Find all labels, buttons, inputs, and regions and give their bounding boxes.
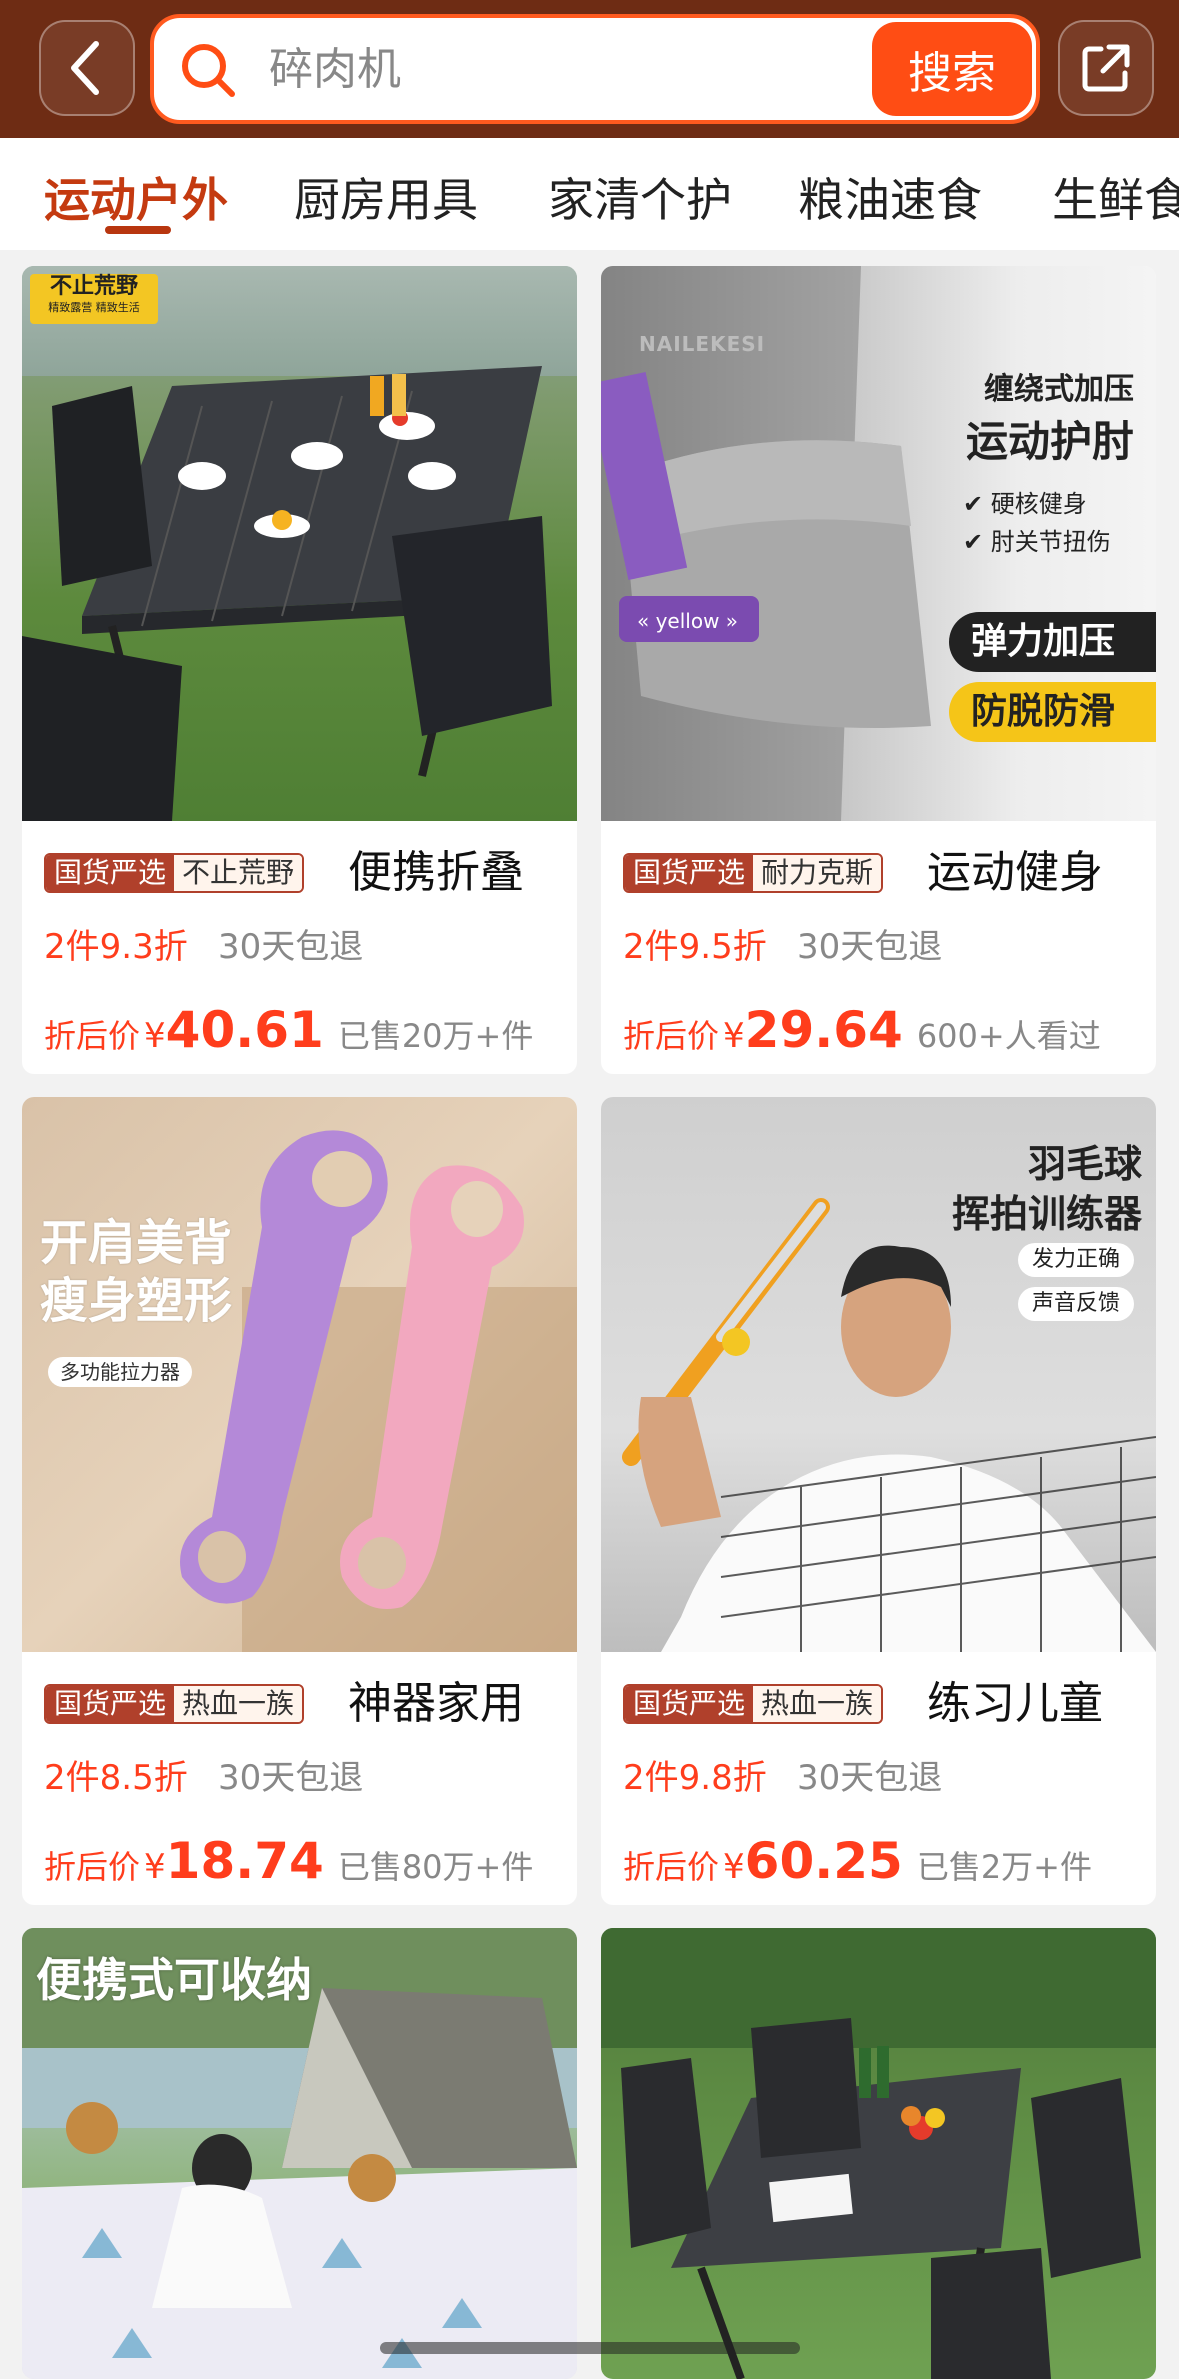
feature-check: ✔ 肘关节扭伤 [963, 528, 1111, 556]
brand-badge: 国货严选 热血一族 [44, 1684, 305, 1724]
product-card[interactable]: 羽毛球 挥拍训练器 发力正确 声音反馈 国货严选 热血一族 练习儿童 2件9.8… [601, 1097, 1156, 1905]
price-row: 折后价 ¥ 40.61 已售20万+件 [44, 1001, 534, 1059]
price-value: 18.74 [165, 1832, 324, 1890]
product-title: 练习儿童 [927, 1678, 1103, 1729]
brand-badge: 国货严选 耐力克斯 [623, 853, 884, 893]
share-button[interactable] [1058, 20, 1154, 116]
camping-table-illustration [601, 1928, 1156, 2379]
product-card[interactable]: 不止荒野 精致露营 精致生活 国货严选 不止荒野 便携折叠 2件9.3折 30天… [22, 266, 577, 1074]
product-tag: 发力正确 [1017, 1243, 1134, 1277]
returns-label: 30天包退 [218, 927, 364, 967]
active-tab-indicator [105, 226, 171, 234]
product-card[interactable]: NAILEKESI « yellow » 缠绕式加压 运动护肘 ✔ 硬核健身 ✔… [601, 266, 1156, 1074]
tab-home-care[interactable]: 家清个护 [548, 164, 732, 230]
promo-label: 2件8.5折 [44, 1758, 188, 1798]
price-row: 折后价 ¥ 29.64 600+人看过 [623, 1001, 1101, 1059]
feature-check: ✔ 硬核健身 [963, 490, 1087, 518]
returns-label: 30天包退 [797, 927, 943, 967]
tab-kitchen[interactable]: 厨房用具 [294, 164, 478, 230]
sales-count: 已售2万+件 [916, 1848, 1092, 1886]
price-value: 40.61 [165, 1001, 324, 1059]
sales-count: 600+人看过 [916, 1017, 1101, 1055]
search-input[interactable]: 碎肉机 搜索 [150, 14, 1040, 124]
product-image[interactable]: 不止荒野 精致露营 精致生活 [22, 266, 577, 821]
back-button[interactable] [39, 20, 135, 116]
product-title: 神器家用 [348, 1678, 524, 1729]
folding-table-illustration [22, 366, 552, 821]
product-title: 运动健身 [927, 847, 1103, 898]
price-row: 折后价 ¥ 60.25 已售2万+件 [623, 1832, 1092, 1890]
product-card[interactable]: 开肩美背 瘦身塑形 多功能拉力器 国货严选 热血一族 神器家用 2件8.5折 3… [22, 1097, 577, 1905]
category-tabs: 运动户外 厨房用具 家清个护 粮油速食 生鲜食 [0, 138, 1179, 250]
product-image[interactable]: 羽毛球 挥拍训练器 发力正确 声音反馈 [601, 1097, 1156, 1652]
header-bar: 碎肉机 搜索 [0, 0, 1179, 138]
sales-count: 已售80万+件 [337, 1848, 534, 1886]
home-indicator [380, 2342, 800, 2354]
promo-label: 2件9.8折 [623, 1758, 767, 1798]
price-value: 60.25 [744, 1832, 903, 1890]
product-image[interactable] [601, 1928, 1156, 2379]
search-query: 碎肉机 [269, 44, 401, 95]
tab-grocery[interactable]: 粮油速食 [798, 164, 982, 230]
product-image[interactable]: NAILEKESI « yellow » 缠绕式加压 运动护肘 ✔ 硬核健身 ✔… [601, 266, 1156, 821]
sales-count: 已售20万+件 [337, 1017, 534, 1055]
promo-label: 2件9.3折 [44, 927, 188, 967]
product-info: 国货严选 热血一族 练习儿童 2件9.8折 30天包退 折后价 ¥ 60.25 … [601, 1652, 1156, 1905]
product-tag: 声音反馈 [1017, 1287, 1134, 1321]
product-image[interactable]: 便携式可收纳 [22, 1928, 577, 2379]
tab-sports-outdoor[interactable]: 运动户外 [44, 164, 228, 230]
price-value: 29.64 [744, 1001, 903, 1059]
product-info: 国货严选 耐力克斯 运动健身 2件9.5折 30天包退 折后价 ¥ 29.64 … [601, 821, 1156, 1074]
product-title: 便携折叠 [348, 847, 524, 898]
tab-fresh-food[interactable]: 生鲜食 [1052, 164, 1179, 230]
product-tag: 多功能拉力器 [48, 1357, 192, 1387]
share-icon [1082, 44, 1130, 92]
product-info: 国货严选 热血一族 神器家用 2件8.5折 30天包退 折后价 ¥ 18.74 … [22, 1652, 577, 1905]
product-card[interactable] [601, 1928, 1156, 2379]
product-image[interactable]: 开肩美背 瘦身塑形 多功能拉力器 [22, 1097, 577, 1652]
product-card[interactable]: 便携式可收纳 [22, 1928, 577, 2379]
returns-label: 30天包退 [218, 1758, 364, 1798]
search-icon [182, 44, 235, 97]
returns-label: 30天包退 [797, 1758, 943, 1798]
brand-badge: 国货严选 热血一族 [623, 1684, 884, 1724]
brand-badge: 国货严选 不止荒野 [44, 853, 305, 893]
svg-text:« yellow »: « yellow » [637, 609, 738, 633]
price-row: 折后价 ¥ 18.74 已售80万+件 [44, 1832, 534, 1890]
chevron-left-icon [71, 41, 99, 95]
product-info: 国货严选 不止荒野 便携折叠 2件9.3折 30天包退 折后价 ¥ 40.61 … [22, 821, 577, 1074]
search-button[interactable]: 搜索 [872, 22, 1032, 116]
promo-label: 2件9.5折 [623, 927, 767, 967]
